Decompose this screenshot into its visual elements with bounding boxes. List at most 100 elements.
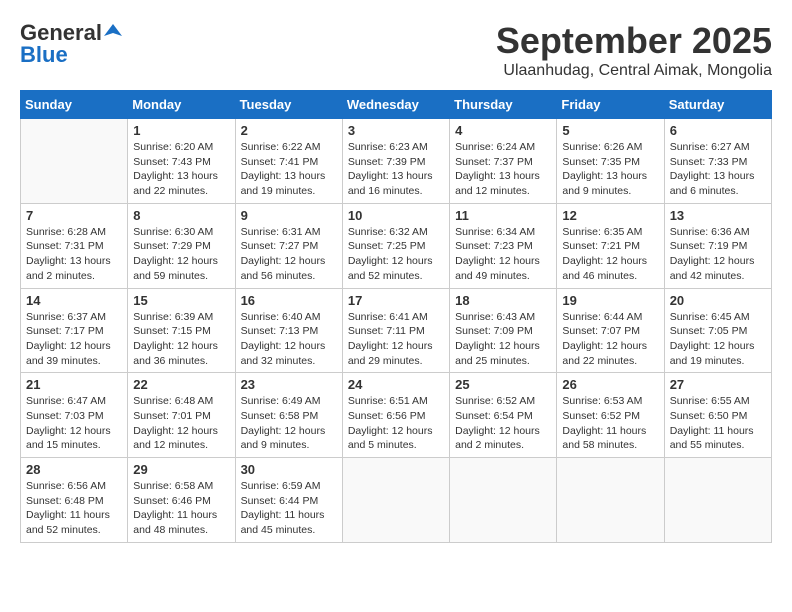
- month-title: September 2025: [496, 20, 772, 62]
- day-info: Sunrise: 6:39 AM Sunset: 7:15 PM Dayligh…: [133, 310, 229, 369]
- table-row: 10 Sunrise: 6:32 AM Sunset: 7:25 PM Dayli…: [342, 203, 449, 288]
- logo-blue-text: Blue: [20, 42, 122, 68]
- table-row: [557, 458, 664, 543]
- table-row: 14 Sunrise: 6:37 AM Sunset: 7:17 PM Dayli…: [21, 288, 128, 373]
- table-row: 11 Sunrise: 6:34 AM Sunset: 7:23 PM Dayli…: [450, 203, 557, 288]
- day-number: 24: [348, 377, 444, 392]
- day-number: 20: [670, 293, 766, 308]
- day-info: Sunrise: 6:55 AM Sunset: 6:50 PM Dayligh…: [670, 394, 766, 453]
- day-number: 19: [562, 293, 658, 308]
- day-number: 7: [26, 208, 122, 223]
- day-number: 21: [26, 377, 122, 392]
- logo-bird-icon: [104, 22, 122, 40]
- table-row: 7 Sunrise: 6:28 AM Sunset: 7:31 PM Daylig…: [21, 203, 128, 288]
- table-row: 24 Sunrise: 6:51 AM Sunset: 6:56 PM Dayli…: [342, 373, 449, 458]
- day-number: 18: [455, 293, 551, 308]
- day-number: 6: [670, 123, 766, 138]
- table-row: 28 Sunrise: 6:56 AM Sunset: 6:48 PM Dayli…: [21, 458, 128, 543]
- table-row: 18 Sunrise: 6:43 AM Sunset: 7:09 PM Dayli…: [450, 288, 557, 373]
- table-row: 4 Sunrise: 6:24 AM Sunset: 7:37 PM Daylig…: [450, 119, 557, 204]
- table-row: 5 Sunrise: 6:26 AM Sunset: 7:35 PM Daylig…: [557, 119, 664, 204]
- day-number: 26: [562, 377, 658, 392]
- day-info: Sunrise: 6:51 AM Sunset: 6:56 PM Dayligh…: [348, 394, 444, 453]
- day-number: 10: [348, 208, 444, 223]
- day-info: Sunrise: 6:58 AM Sunset: 6:46 PM Dayligh…: [133, 479, 229, 538]
- day-info: Sunrise: 6:56 AM Sunset: 6:48 PM Dayligh…: [26, 479, 122, 538]
- day-info: Sunrise: 6:43 AM Sunset: 7:09 PM Dayligh…: [455, 310, 551, 369]
- day-info: Sunrise: 6:34 AM Sunset: 7:23 PM Dayligh…: [455, 225, 551, 284]
- day-number: 4: [455, 123, 551, 138]
- table-row: 17 Sunrise: 6:41 AM Sunset: 7:11 PM Dayli…: [342, 288, 449, 373]
- day-number: 11: [455, 208, 551, 223]
- table-row: 19 Sunrise: 6:44 AM Sunset: 7:07 PM Dayli…: [557, 288, 664, 373]
- day-number: 2: [241, 123, 337, 138]
- day-info: Sunrise: 6:24 AM Sunset: 7:37 PM Dayligh…: [455, 140, 551, 199]
- table-row: 22 Sunrise: 6:48 AM Sunset: 7:01 PM Dayli…: [128, 373, 235, 458]
- day-info: Sunrise: 6:44 AM Sunset: 7:07 PM Dayligh…: [562, 310, 658, 369]
- header-friday: Friday: [557, 91, 664, 119]
- table-row: 21 Sunrise: 6:47 AM Sunset: 7:03 PM Dayli…: [21, 373, 128, 458]
- day-number: 30: [241, 462, 337, 477]
- table-row: 13Sunrise: 6:36 AM Sunset: 7:19 PM Dayli…: [664, 203, 771, 288]
- day-info: Sunrise: 6:27 AM Sunset: 7:33 PM Dayligh…: [670, 140, 766, 199]
- day-info: Sunrise: 6:28 AM Sunset: 7:31 PM Dayligh…: [26, 225, 122, 284]
- day-info: Sunrise: 6:47 AM Sunset: 7:03 PM Dayligh…: [26, 394, 122, 453]
- day-number: 3: [348, 123, 444, 138]
- header-sunday: Sunday: [21, 91, 128, 119]
- day-info: Sunrise: 6:26 AM Sunset: 7:35 PM Dayligh…: [562, 140, 658, 199]
- header-thursday: Thursday: [450, 91, 557, 119]
- day-info: Sunrise: 6:23 AM Sunset: 7:39 PM Dayligh…: [348, 140, 444, 199]
- table-row: 3 Sunrise: 6:23 AM Sunset: 7:39 PM Daylig…: [342, 119, 449, 204]
- page-header: General Blue September 2025 Ulaanhudag, …: [20, 20, 772, 80]
- calendar-week-row: 7 Sunrise: 6:28 AM Sunset: 7:31 PM Daylig…: [21, 203, 772, 288]
- day-info: Sunrise: 6:59 AM Sunset: 6:44 PM Dayligh…: [241, 479, 337, 538]
- day-info: Sunrise: 6:48 AM Sunset: 7:01 PM Dayligh…: [133, 394, 229, 453]
- table-row: 8 Sunrise: 6:30 AM Sunset: 7:29 PM Daylig…: [128, 203, 235, 288]
- calendar-header-row: Sunday Monday Tuesday Wednesday Thursday…: [21, 91, 772, 119]
- logo: General Blue: [20, 20, 122, 68]
- location-subtitle: Ulaanhudag, Central Aimak, Mongolia: [496, 62, 772, 80]
- day-number: 28: [26, 462, 122, 477]
- day-info: Sunrise: 6:32 AM Sunset: 7:25 PM Dayligh…: [348, 225, 444, 284]
- table-row: 6 Sunrise: 6:27 AM Sunset: 7:33 PM Daylig…: [664, 119, 771, 204]
- table-row: [664, 458, 771, 543]
- day-number: 13: [670, 208, 766, 223]
- table-row: 26 Sunrise: 6:53 AM Sunset: 6:52 PM Dayli…: [557, 373, 664, 458]
- header-monday: Monday: [128, 91, 235, 119]
- day-info: Sunrise: 6:20 AM Sunset: 7:43 PM Dayligh…: [133, 140, 229, 199]
- table-row: 30 Sunrise: 6:59 AM Sunset: 6:44 PM Dayli…: [235, 458, 342, 543]
- table-row: 29 Sunrise: 6:58 AM Sunset: 6:46 PM Dayli…: [128, 458, 235, 543]
- day-number: 23: [241, 377, 337, 392]
- day-info: Sunrise: 6:49 AM Sunset: 6:58 PM Dayligh…: [241, 394, 337, 453]
- calendar-table: Sunday Monday Tuesday Wednesday Thursday…: [20, 90, 772, 543]
- table-row: 16Sunrise: 6:40 AM Sunset: 7:13 PM Dayli…: [235, 288, 342, 373]
- day-number: 22: [133, 377, 229, 392]
- day-number: 8: [133, 208, 229, 223]
- day-number: 12: [562, 208, 658, 223]
- day-number: 5: [562, 123, 658, 138]
- day-info: Sunrise: 6:53 AM Sunset: 6:52 PM Dayligh…: [562, 394, 658, 453]
- day-number: 29: [133, 462, 229, 477]
- calendar-week-row: 28 Sunrise: 6:56 AM Sunset: 6:48 PM Dayli…: [21, 458, 772, 543]
- day-info: Sunrise: 6:35 AM Sunset: 7:21 PM Dayligh…: [562, 225, 658, 284]
- day-number: 14: [26, 293, 122, 308]
- day-info: Sunrise: 6:41 AM Sunset: 7:11 PM Dayligh…: [348, 310, 444, 369]
- day-info: Sunrise: 6:45 AM Sunset: 7:05 PM Dayligh…: [670, 310, 766, 369]
- day-info: Sunrise: 6:37 AM Sunset: 7:17 PM Dayligh…: [26, 310, 122, 369]
- day-info: Sunrise: 6:31 AM Sunset: 7:27 PM Dayligh…: [241, 225, 337, 284]
- day-info: Sunrise: 6:22 AM Sunset: 7:41 PM Dayligh…: [241, 140, 337, 199]
- table-row: 23 Sunrise: 6:49 AM Sunset: 6:58 PM Dayli…: [235, 373, 342, 458]
- header-saturday: Saturday: [664, 91, 771, 119]
- header-wednesday: Wednesday: [342, 91, 449, 119]
- day-info: Sunrise: 6:30 AM Sunset: 7:29 PM Dayligh…: [133, 225, 229, 284]
- day-info: Sunrise: 6:52 AM Sunset: 6:54 PM Dayligh…: [455, 394, 551, 453]
- day-number: 27: [670, 377, 766, 392]
- table-row: [342, 458, 449, 543]
- day-number: 17: [348, 293, 444, 308]
- table-row: 9Sunrise: 6:31 AM Sunset: 7:27 PM Daylig…: [235, 203, 342, 288]
- table-row: 1Sunrise: 6:20 AM Sunset: 7:43 PM Daylig…: [128, 119, 235, 204]
- table-row: 15Sunrise: 6:39 AM Sunset: 7:15 PM Dayli…: [128, 288, 235, 373]
- table-row: 25Sunrise: 6:52 AM Sunset: 6:54 PM Dayli…: [450, 373, 557, 458]
- table-row: 27 Sunrise: 6:55 AM Sunset: 6:50 PM Dayli…: [664, 373, 771, 458]
- calendar-week-row: 1Sunrise: 6:20 AM Sunset: 7:43 PM Daylig…: [21, 119, 772, 204]
